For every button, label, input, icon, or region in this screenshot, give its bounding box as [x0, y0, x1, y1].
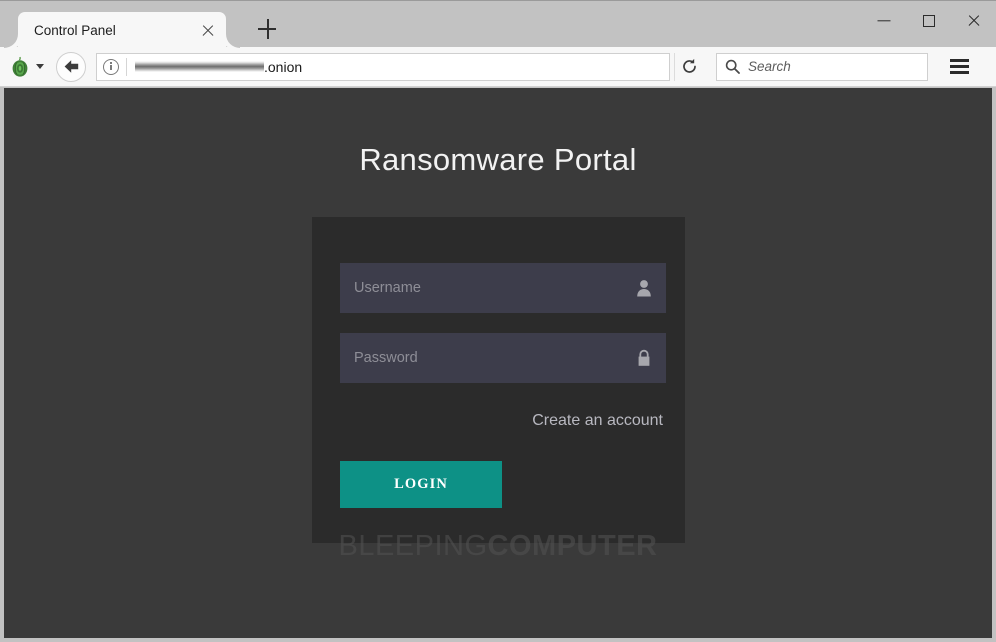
plus-icon[interactable] [250, 12, 284, 46]
browser-toolbar: .onion Search [0, 47, 996, 87]
create-account-link[interactable]: Create an account [532, 412, 663, 430]
hamburger-menu-icon[interactable] [942, 52, 976, 82]
maximize-icon [922, 15, 935, 27]
password-placeholder: Password [354, 350, 418, 366]
onion-icon [12, 56, 28, 77]
back-button[interactable] [56, 51, 86, 82]
minimize-icon [877, 20, 890, 22]
search-placeholder: Search [748, 59, 791, 74]
page-title: Ransomware Portal [359, 142, 637, 177]
login-button[interactable]: LOGIN [340, 461, 502, 508]
info-icon[interactable] [103, 58, 119, 75]
window-controls [861, 1, 996, 41]
address-bar-separator [126, 57, 127, 76]
close-window-icon [967, 14, 981, 28]
url-suffix: .onion [264, 58, 303, 75]
browser-window: Control Panel .onion Search Ransomware P… [0, 0, 996, 642]
tab-strip: Control Panel [0, 1, 284, 48]
reload-button[interactable] [674, 52, 704, 81]
close-icon[interactable] [198, 20, 218, 40]
browser-tab-control-panel[interactable]: Control Panel [4, 12, 240, 48]
minimize-button[interactable] [861, 3, 906, 39]
address-bar[interactable]: .onion [96, 52, 670, 81]
menu-line-1 [949, 59, 969, 62]
maximize-button[interactable] [906, 3, 951, 39]
tab-shoulder-right [226, 34, 240, 48]
search-icon [725, 59, 740, 74]
tor-button[interactable] [10, 52, 44, 82]
tab-shoulder-left [4, 34, 18, 48]
page-viewport: Ransomware Portal Username Password Crea… [4, 88, 992, 638]
close-window-button[interactable] [951, 3, 996, 39]
menu-line-3 [949, 71, 969, 74]
search-input[interactable]: Search [716, 52, 928, 81]
username-placeholder: Username [354, 280, 421, 296]
menu-line-2 [949, 65, 969, 68]
password-field[interactable]: Password [340, 333, 666, 383]
arrow-left-icon [64, 60, 78, 73]
login-card: Username Password Create an account LOGI… [312, 217, 685, 543]
chevron-down-icon [36, 64, 44, 69]
address-bar-value: .onion [135, 59, 302, 75]
lock-icon [638, 349, 650, 366]
tab-title: Control Panel [34, 22, 116, 38]
redacted-url-bar [135, 61, 264, 72]
user-icon [637, 280, 651, 297]
username-field[interactable]: Username [340, 263, 666, 313]
window-titlebar: Control Panel [0, 0, 996, 48]
reload-icon [683, 58, 696, 73]
